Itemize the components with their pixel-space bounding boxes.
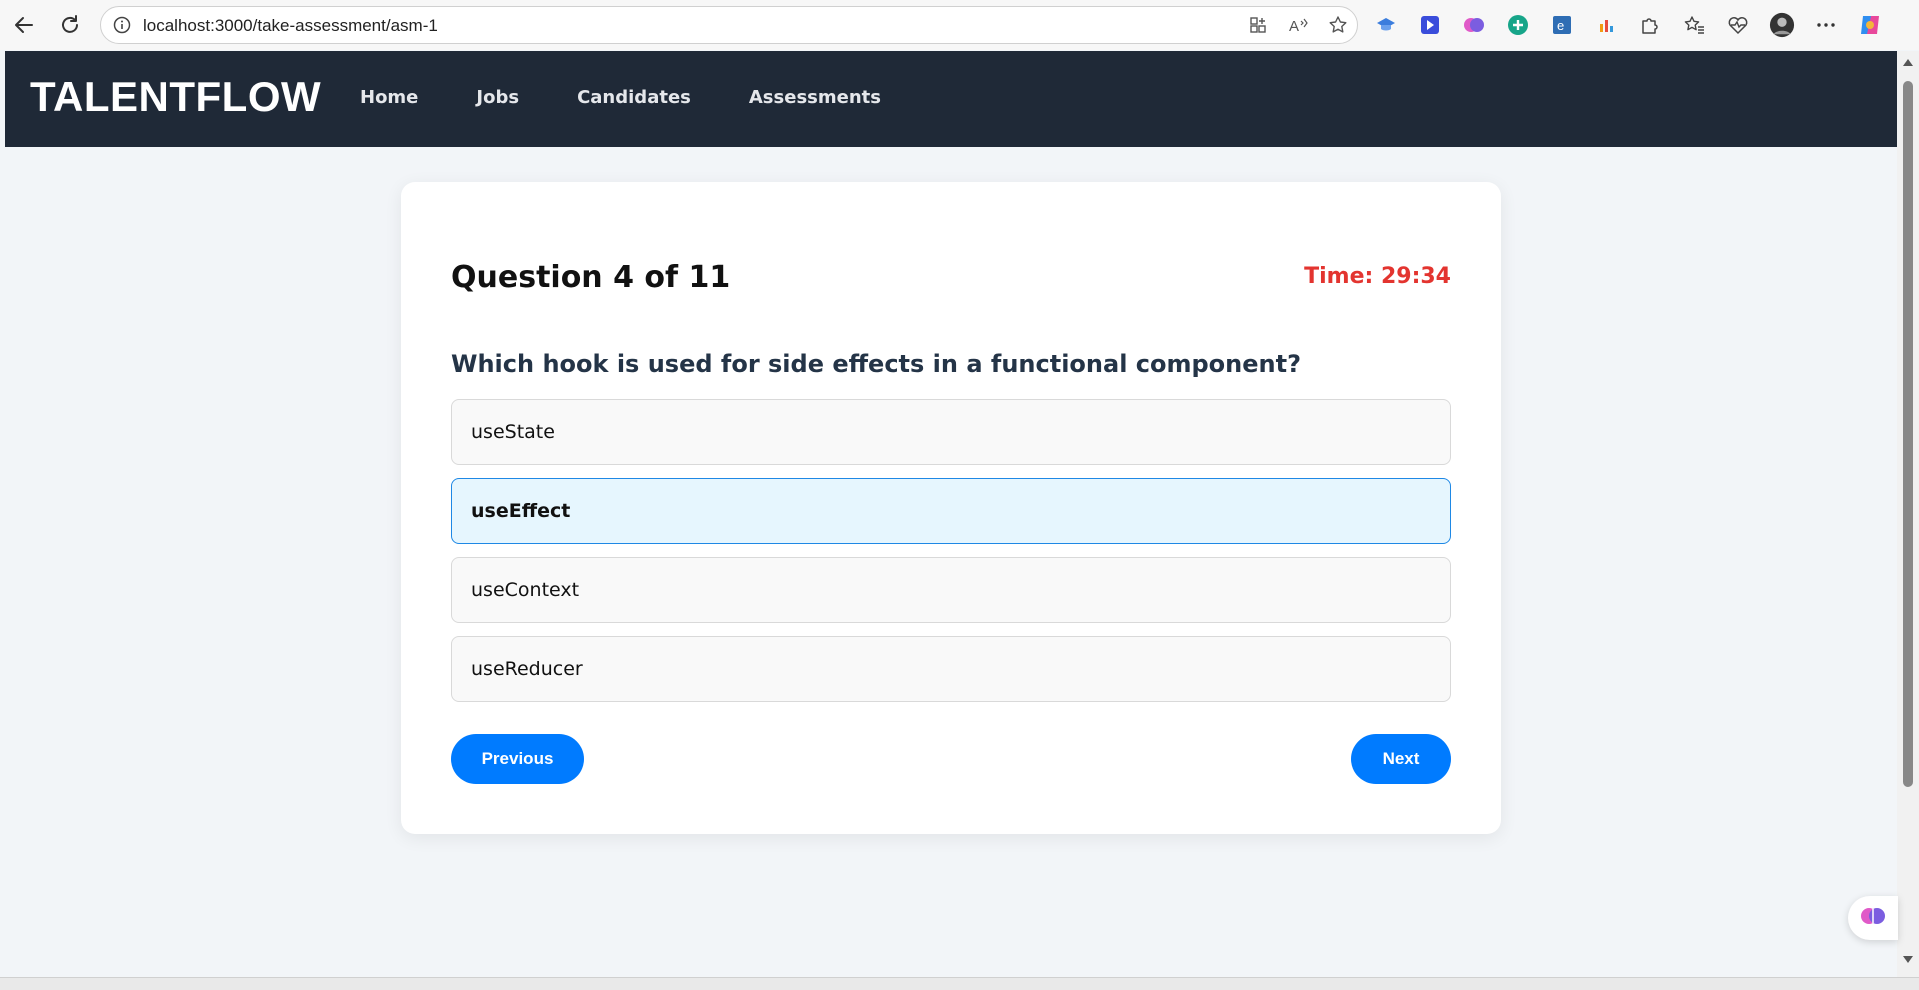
app-available-icon[interactable] xyxy=(1247,14,1269,36)
nav-jobs-link[interactable]: Jobs xyxy=(476,87,519,108)
nav-home-link[interactable]: Home xyxy=(360,87,418,108)
svg-text:e: e xyxy=(1557,18,1564,33)
back-arrow-icon[interactable] xyxy=(10,11,38,39)
assessment-card: Question 4 of 11 Time: 29:34 Which hook … xyxy=(401,182,1501,834)
extensions-puzzle-icon[interactable] xyxy=(1637,12,1663,38)
profile-avatar-icon[interactable] xyxy=(1769,12,1795,38)
scroll-up-arrow-icon[interactable] xyxy=(1903,59,1913,66)
taskbar-strip xyxy=(0,977,1919,990)
address-bar[interactable]: localhost:3000/take-assessment/asm-1 A xyxy=(100,6,1358,44)
question-counter: Question 4 of 11 xyxy=(451,260,731,295)
app-header: TALENTFLOW Home Jobs Candidates Assessme… xyxy=(5,51,1897,147)
scroll-thumb[interactable] xyxy=(1903,81,1913,787)
extension-plus-icon[interactable] xyxy=(1505,12,1531,38)
main-nav: Home Jobs Candidates Assessments xyxy=(360,87,881,108)
svg-text:A: A xyxy=(1289,18,1299,34)
read-aloud-icon[interactable]: A xyxy=(1287,14,1309,36)
question-text: Which hook is used for side effects in a… xyxy=(451,350,1302,378)
extension-graduation-icon[interactable] xyxy=(1373,12,1399,38)
more-options-icon[interactable] xyxy=(1813,12,1839,38)
brain-icon xyxy=(1860,903,1886,934)
answer-option-useeffect[interactable]: useEffect xyxy=(451,478,1451,544)
answer-option-usereducer[interactable]: useReducer xyxy=(451,636,1451,702)
info-icon[interactable] xyxy=(113,16,131,34)
next-button[interactable]: Next xyxy=(1351,734,1451,784)
extension-brain-icon[interactable] xyxy=(1461,12,1487,38)
nav-assessments-link[interactable]: Assessments xyxy=(749,87,881,108)
favorite-star-icon[interactable] xyxy=(1327,14,1349,36)
scroll-down-arrow-icon[interactable] xyxy=(1903,956,1913,963)
extension-e-icon[interactable]: e xyxy=(1549,12,1575,38)
nav-candidates-link[interactable]: Candidates xyxy=(577,87,691,108)
extension-chart-icon[interactable] xyxy=(1593,12,1619,38)
heartbeat-icon[interactable] xyxy=(1725,12,1751,38)
answer-option-usestate[interactable]: useState xyxy=(451,399,1451,465)
previous-button[interactable]: Previous xyxy=(451,734,584,784)
extension-play-icon[interactable] xyxy=(1417,12,1443,38)
browser-toolbar: localhost:3000/take-assessment/asm-1 A e xyxy=(0,0,1919,50)
brand-logo[interactable]: TALENTFLOW xyxy=(30,73,321,121)
answer-options: useState useEffect useContext useReducer xyxy=(451,399,1451,715)
url-text[interactable]: localhost:3000/take-assessment/asm-1 xyxy=(143,16,438,36)
copilot-icon[interactable] xyxy=(1857,12,1883,38)
favorites-icon[interactable] xyxy=(1681,12,1707,38)
answer-option-usecontext[interactable]: useContext xyxy=(451,557,1451,623)
reload-icon[interactable] xyxy=(56,11,84,39)
countdown-timer: Time: 29:34 xyxy=(1304,264,1451,289)
floating-assistant-button[interactable] xyxy=(1848,896,1898,940)
page-scrollbar[interactable] xyxy=(1897,51,1919,977)
